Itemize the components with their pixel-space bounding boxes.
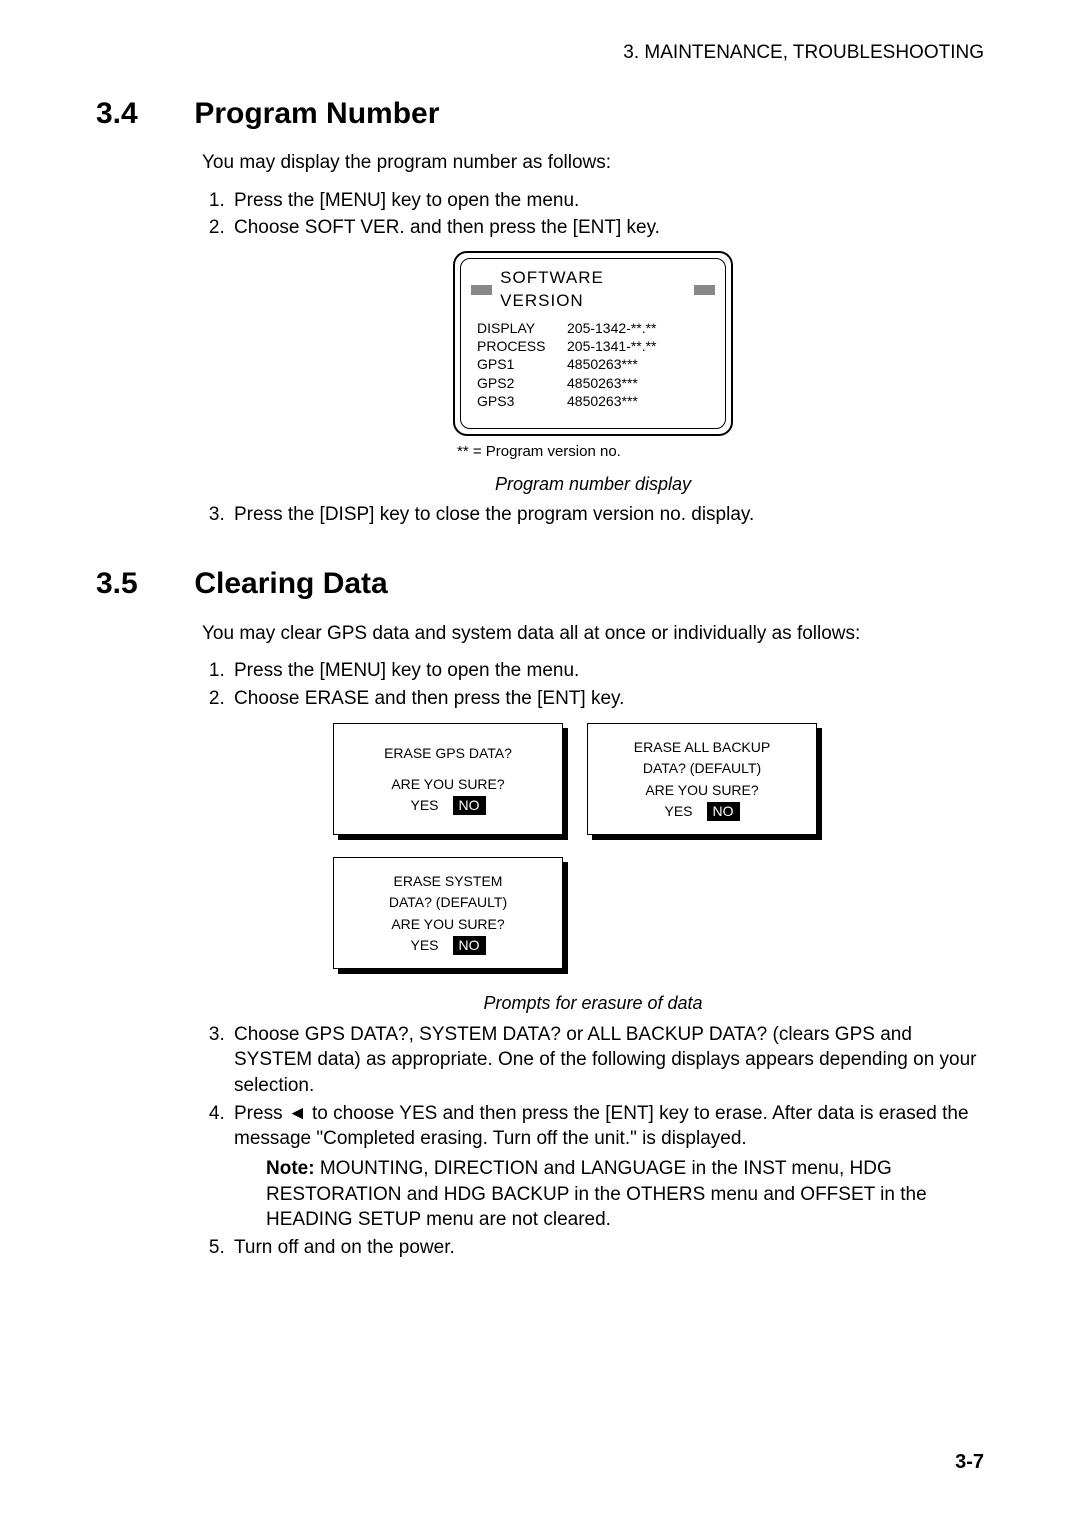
row-label: PROCESS [477, 337, 567, 355]
running-header: 3. MAINTENANCE, TROUBLESHOOTING [96, 40, 984, 66]
steps-list-3-5b: Choose GPS DATA?, SYSTEM DATA? or ALL BA… [202, 1022, 984, 1261]
section-title-3-5: 3.5 Clearing Data [96, 564, 984, 605]
section-number: 3.4 [96, 94, 186, 135]
row-label: GPS2 [477, 374, 567, 392]
step: Turn off and on the power. [230, 1235, 984, 1261]
yes-option[interactable]: YES [410, 936, 438, 955]
step: Choose ERASE and then press the [ENT] ke… [230, 686, 984, 712]
step: Press the [DISP] key to close the progra… [230, 502, 984, 528]
row-label: GPS1 [477, 355, 567, 373]
step: Press the [MENU] key to open the menu. [230, 658, 984, 684]
erase-gps-prompt: ERASE GPS DATA? ARE YOU SURE? YES NO [333, 723, 563, 835]
note-body: MOUNTING, DIRECTION and LANGUAGE in the … [266, 1158, 927, 1230]
row-value: 4850263*** [567, 355, 638, 373]
prompt-question: ARE YOU SURE? [645, 781, 758, 800]
row-label: DISPLAY [477, 319, 567, 337]
steps-list-3-5a: Press the [MENU] key to open the menu. C… [202, 658, 984, 711]
table-row: PROCESS 205-1341-**.** [477, 337, 715, 355]
figure-caption: Program number display [202, 472, 984, 496]
row-value: 4850263*** [567, 374, 638, 392]
prompt-question: ARE YOU SURE? [391, 915, 504, 934]
row-label: GPS3 [477, 392, 567, 410]
no-option[interactable]: NO [707, 802, 740, 821]
yes-option[interactable]: YES [664, 802, 692, 821]
section-title-3-4: 3.4 Program Number [96, 94, 984, 135]
table-row: GPS2 4850263*** [477, 374, 715, 392]
title-bar-icon [471, 285, 492, 295]
no-option[interactable]: NO [453, 936, 486, 955]
intro-text: You may clear GPS data and system data a… [202, 621, 984, 647]
table-row: GPS3 4850263*** [477, 392, 715, 410]
erase-system-prompt: ERASE SYSTEM DATA? (DEFAULT) ARE YOU SUR… [333, 857, 563, 969]
row-value: 4850263*** [567, 392, 638, 410]
software-version-table: DISPLAY 205-1342-**.** PROCESS 205-1341-… [477, 319, 715, 410]
prompt-title: ERASE ALL BACKUP [634, 738, 770, 757]
note: Note: MOUNTING, DIRECTION and LANGUAGE i… [266, 1156, 984, 1233]
step: Press the [MENU] key to open the menu. [230, 188, 984, 214]
row-value: 205-1342-**.** [567, 319, 657, 337]
section-heading-text: Clearing Data [194, 567, 387, 600]
title-bar-icon [694, 285, 715, 295]
note-label: Note: [266, 1158, 315, 1179]
no-option[interactable]: NO [453, 796, 486, 815]
step4-text-a: Press [234, 1103, 288, 1124]
prompt-title: ERASE SYSTEM [394, 872, 503, 891]
software-version-footnote: ** = Program version no. [457, 442, 733, 462]
prompt-question: ARE YOU SURE? [391, 775, 504, 794]
software-version-screen: SOFTWARE VERSION DISPLAY 205-1342-**.** … [453, 251, 733, 436]
left-arrow-icon: ◄ [288, 1103, 307, 1124]
row-value: 205-1341-**.** [567, 337, 657, 355]
step: Choose GPS DATA?, SYSTEM DATA? or ALL BA… [230, 1022, 984, 1099]
prompt-title-line2: DATA? (DEFAULT) [643, 759, 761, 778]
intro-text: You may display the program number as fo… [202, 150, 984, 176]
page-number: 3-7 [955, 1449, 984, 1476]
figure-caption: Prompts for erasure of data [202, 991, 984, 1015]
table-row: DISPLAY 205-1342-**.** [477, 319, 715, 337]
prompt-title-line2: DATA? (DEFAULT) [389, 893, 507, 912]
section-heading-text: Program Number [194, 97, 439, 130]
section-number: 3.5 [96, 564, 186, 605]
step4-text-b: to choose YES and then press the [ENT] k… [234, 1103, 969, 1150]
prompt-title: ERASE GPS DATA? [384, 744, 512, 763]
software-version-title: SOFTWARE VERSION [500, 267, 686, 313]
steps-list-3-4: Press the [MENU] key to open the menu. C… [202, 188, 984, 241]
step: Choose SOFT VER. and then press the [ENT… [230, 215, 984, 241]
table-row: GPS1 4850263*** [477, 355, 715, 373]
erase-all-backup-prompt: ERASE ALL BACKUP DATA? (DEFAULT) ARE YOU… [587, 723, 817, 835]
steps-list-3-4b: Press the [DISP] key to close the progra… [202, 502, 984, 528]
step: Press ◄ to choose YES and then press the… [230, 1101, 984, 1233]
yes-option[interactable]: YES [410, 796, 438, 815]
